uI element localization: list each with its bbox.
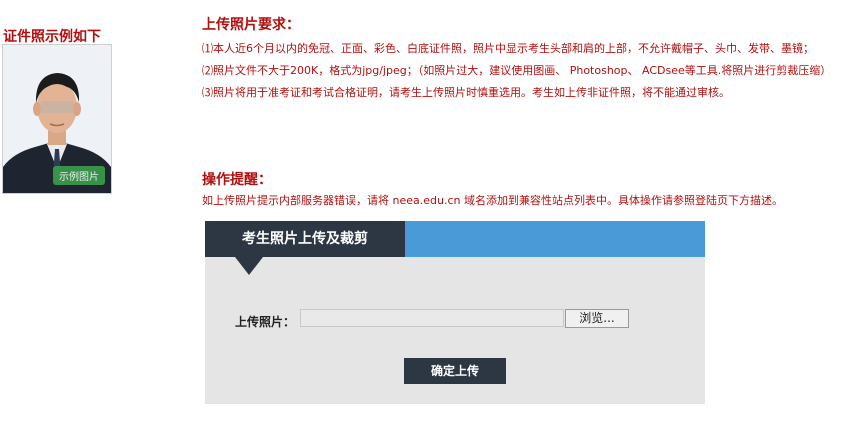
upload-field-label: 上传照片： [235, 315, 296, 329]
requirements-title: 上传照片要求： [202, 17, 300, 33]
requirement-item: ⑶照片将用于准考证和考试合格证明，请考生上传照片时慎重选用。考生如上传非证件照，… [202, 86, 730, 99]
sample-photo-title: 证件照示例如下 [3, 29, 101, 45]
requirement-item: ⑵照片文件不大于200K，格式为jpg/jpeg；（如照片过大，建议使用图画、 … [202, 64, 832, 77]
sample-photo-badge: 示例图片 [53, 166, 105, 185]
tips-title: 操作提醒： [202, 172, 272, 188]
tab-pointer-icon [235, 257, 263, 275]
sample-id-photo: 示例图片 [2, 44, 112, 194]
tab-photo-upload[interactable]: 考生照片上传及裁剪 [205, 221, 405, 257]
panel-header: 考生照片上传及裁剪 [205, 221, 705, 257]
requirements-list: ⑴本人近6个月以内的免冠、正面、彩色、白底证件照，照片中显示考生头部和肩的上部，… [202, 38, 842, 104]
tips-text: 如上传照片提示内部服务器错误，请将 neea.edu.cn 域名添加到兼容性站点… [202, 194, 783, 207]
file-path-input[interactable] [300, 309, 564, 327]
requirement-item: ⑴本人近6个月以内的免冠、正面、彩色、白底证件照，照片中显示考生头部和肩的上部，… [202, 42, 814, 55]
photo-upload-panel: 考生照片上传及裁剪 上传照片： 浏览... 确定上传 [205, 221, 705, 404]
confirm-upload-button[interactable]: 确定上传 [404, 358, 506, 384]
browse-button[interactable]: 浏览... [565, 309, 629, 328]
